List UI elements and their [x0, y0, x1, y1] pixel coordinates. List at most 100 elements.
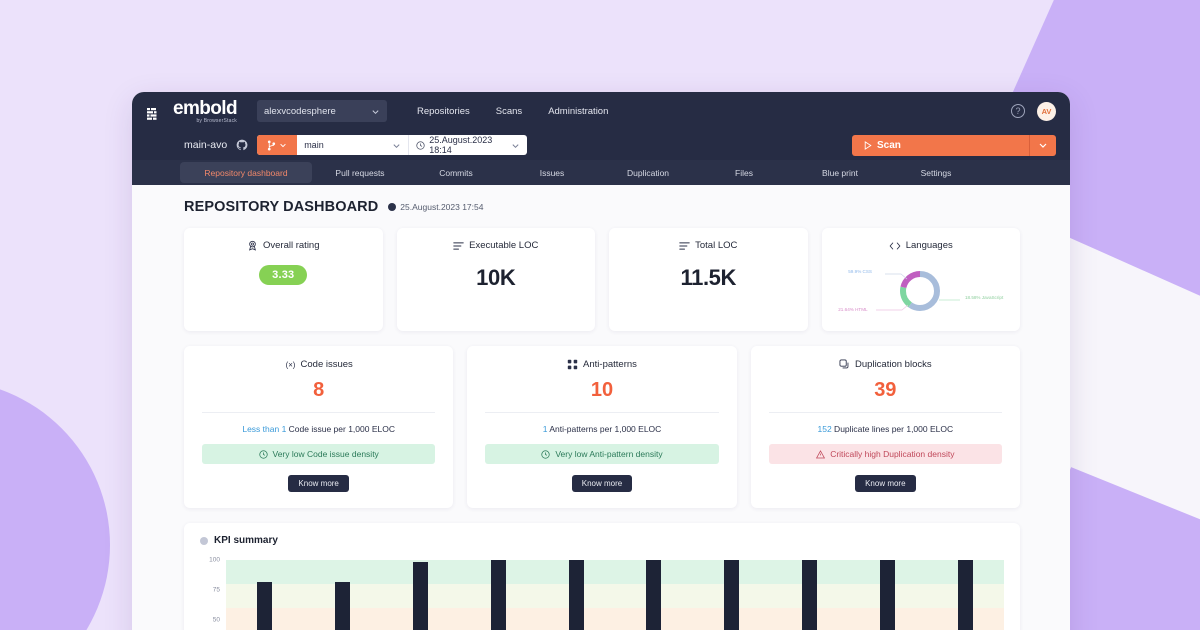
scan-button-group: Scan [852, 134, 1056, 156]
duplication-density-text: 152 Duplicate lines per 1,000 ELOC [818, 424, 954, 434]
card-executable-loc: Executable LOC 10K [396, 228, 595, 331]
page-timestamp: 25.August.2023 17:54 [388, 202, 483, 212]
scan-dropdown-button[interactable] [1030, 134, 1056, 156]
tab-blue-print[interactable]: Blue print [792, 160, 888, 185]
know-more-button-code-issues[interactable]: Know more [288, 475, 349, 492]
kpi-summary-title: KPI summary [214, 535, 278, 546]
kpi-chart-bar [257, 581, 273, 630]
tab-duplication[interactable]: Duplication [600, 160, 696, 185]
git-branch-icon [268, 140, 276, 150]
overall-rating-value: 3.33 [259, 265, 308, 285]
chevron-down-icon [1039, 143, 1047, 148]
main-nav: Repositories Scans Administration [417, 106, 608, 117]
branch-icon-button[interactable] [257, 135, 298, 155]
kpi-chart-y-tick: 75 [212, 586, 220, 594]
scan-date-value: 25.August.2023 18:14 [429, 135, 493, 155]
award-icon [249, 240, 256, 251]
tab-issues[interactable]: Issues [504, 160, 600, 185]
anti-patterns-value: 10 [590, 379, 614, 401]
page-header: REPOSITORY DASHBOARD 25.August.2023 17:5… [184, 199, 1020, 215]
card-title: Overall rating [247, 240, 320, 251]
know-more-button-duplication[interactable]: Know more [855, 475, 916, 492]
card-anti-patterns: Anti-patterns 10 1 Anti-patterns per 1,0… [467, 346, 737, 508]
chevron-down-icon [372, 109, 379, 114]
kpi-chart-y-axis: 100755025 [200, 557, 226, 630]
card-title: Anti-patterns [567, 359, 637, 370]
kpi-chart-bar [335, 581, 351, 630]
gauge-icon [200, 536, 208, 545]
clock-icon [416, 140, 425, 150]
github-icon [236, 139, 248, 151]
svg-text:(×): (×) [285, 360, 295, 369]
card-title-label: Code issues [300, 359, 353, 370]
background-circle-bottom-left [0, 380, 110, 630]
page-timestamp-value: 25.August.2023 17:54 [400, 202, 484, 212]
stat-card-row: Overall rating 3.33 Executable LOC 10K T… [184, 228, 1020, 331]
card-title-label: Anti-patterns [583, 359, 637, 370]
scan-button-label: Scan [877, 139, 901, 151]
brand-subtitle: by BrowserStack [196, 117, 237, 124]
kpi-chart-bars [226, 560, 1004, 630]
lines-icon [679, 241, 690, 250]
copy-icon [839, 359, 849, 369]
kpi-chart-bar [724, 560, 740, 630]
know-more-button-anti-patterns[interactable]: Know more [571, 475, 633, 492]
brand-text: embold by BrowserStack [173, 97, 238, 124]
warning-icon [816, 449, 826, 458]
card-title: Total LOC [679, 240, 737, 251]
repository-name: main-avo [184, 139, 228, 151]
avatar[interactable]: AV [1037, 101, 1056, 121]
executable-loc-value: 10K [476, 265, 516, 290]
nav-item-scans[interactable]: Scans [496, 106, 522, 117]
help-icon[interactable]: ? [1011, 104, 1025, 118]
tab-settings[interactable]: Settings [888, 160, 984, 185]
branch-selector-group: main 25.August.2023 18:14 [257, 135, 528, 155]
total-loc-value: 11.5K [680, 265, 737, 290]
badge-label: Very low Anti-pattern density [555, 449, 663, 459]
check-circle-icon [541, 449, 550, 459]
badge-label: Very low Code issue density [272, 449, 379, 459]
repository-bar: main-avo main 25.August.2023 18:14 Scan [132, 130, 1070, 160]
dashboard-content: REPOSITORY DASHBOARD 25.August.2023 17:5… [132, 185, 1070, 630]
org-selector-value: alexvcodesphere [263, 105, 336, 117]
duplication-blocks-value: 39 [874, 379, 897, 401]
kpi-chart-plot-area [226, 560, 1004, 630]
anti-patterns-density-rest: Anti-patterns per 1,000 ELOC [547, 424, 662, 434]
play-icon [864, 140, 872, 150]
anti-patterns-density-text: 1 Anti-patterns per 1,000 ELOC [543, 424, 662, 434]
tab-repository-dashboard[interactable]: Repository dashboard [180, 162, 312, 183]
donut-label-css: 59.9% CSS [848, 269, 872, 274]
kpi-chart-bar [490, 560, 506, 630]
lines-icon [453, 241, 464, 250]
tab-bar: Repository dashboard Pull requests Commi… [132, 160, 1070, 185]
card-title: Duplication blocks [839, 359, 932, 370]
tab-commits[interactable]: Commits [408, 160, 504, 185]
branch-select[interactable]: main [297, 135, 410, 155]
scan-button[interactable]: Scan [852, 134, 1030, 156]
kpi-chart-bar [957, 560, 973, 630]
tab-pull-requests[interactable]: Pull requests [312, 160, 408, 185]
nav-item-administration[interactable]: Administration [548, 106, 608, 117]
page-title: REPOSITORY DASHBOARD [184, 199, 379, 215]
kpi-chart-bar [879, 560, 895, 630]
check-circle-icon [258, 449, 268, 459]
card-title: Executable LOC [453, 240, 538, 251]
divider [768, 412, 1002, 413]
card-title-label: Executable LOC [469, 240, 539, 251]
brand-name: embold [173, 97, 238, 119]
brand-logo: embold by BrowserStack [146, 97, 238, 124]
card-duplication-blocks: Duplication blocks 39 152 Duplicate line… [750, 346, 1020, 508]
scan-date-select[interactable]: 25.August.2023 18:14 [409, 135, 527, 155]
donut-label-html: 21.64% HTML [838, 307, 868, 312]
code-issues-value: 8 [313, 379, 325, 401]
card-total-loc: Total LOC 11.5K [609, 228, 808, 331]
duplication-density-rest: Duplicate lines per 1,000 ELOC [831, 424, 954, 434]
chevron-down-icon [280, 143, 286, 148]
card-languages: Languages 59.9% CSS 18.58% JavaScript 21… [821, 228, 1020, 331]
clock-icon [388, 203, 397, 211]
tab-files[interactable]: Files [696, 160, 792, 185]
org-selector[interactable]: alexvcodesphere [256, 100, 387, 122]
chevron-down-icon [393, 143, 400, 148]
nav-item-repositories[interactable]: Repositories [417, 106, 470, 117]
kpi-chart-bar [646, 560, 662, 630]
